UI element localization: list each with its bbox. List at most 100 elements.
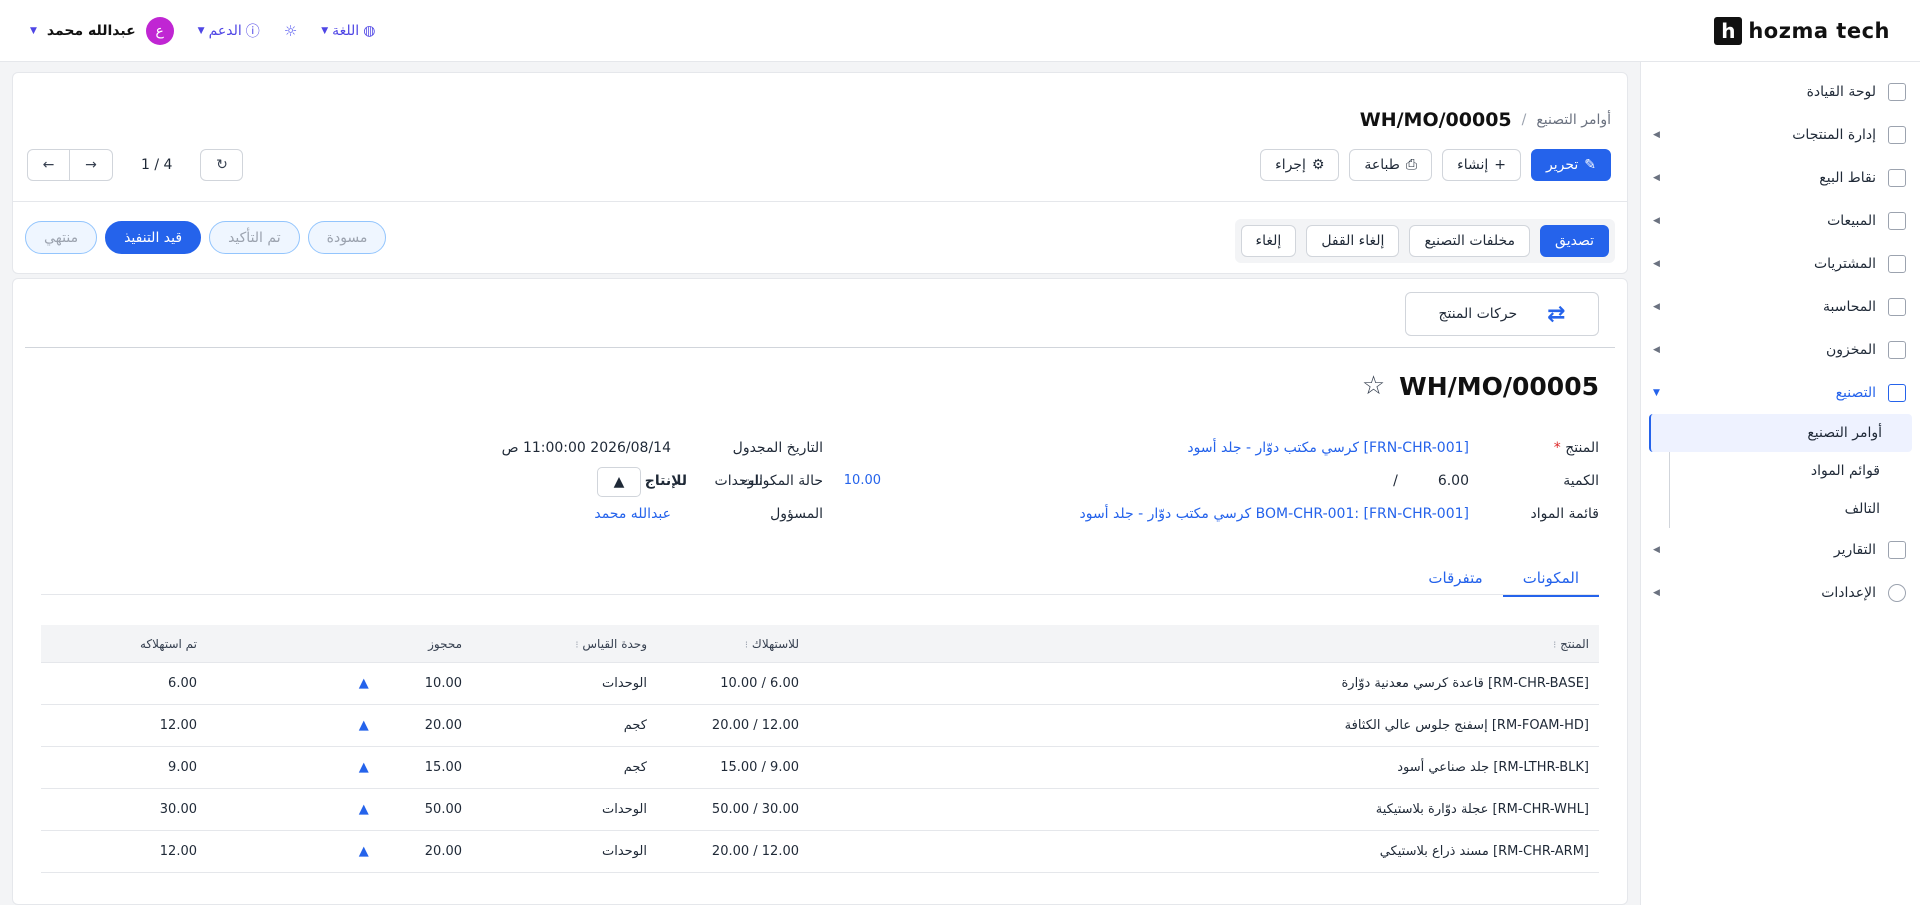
column-to-consume[interactable]: ⁝ للاستهلاك xyxy=(647,637,799,651)
area-chart-icon[interactable]: ▲ xyxy=(359,718,369,733)
product-movements-button[interactable]: ⇄ حركات المنتج xyxy=(1405,292,1599,336)
sidebar-item-reports[interactable]: التقارير ◀ xyxy=(1641,528,1920,571)
area-chart-icon[interactable]: ▲ xyxy=(359,844,369,859)
bom-value[interactable]: BOM-CHR-001: [FRN-CHR-001] كرسي مكتب دوّ… xyxy=(1079,506,1469,522)
column-reserved[interactable]: محجوز xyxy=(257,637,537,651)
previous-record-button[interactable]: ← xyxy=(27,149,70,181)
sidebar-item-label: المشتريات xyxy=(1813,255,1876,272)
refresh-button[interactable]: ↻ xyxy=(200,149,244,181)
area-chart-icon[interactable]: ▲ xyxy=(359,802,369,817)
breadcrumb-parent[interactable]: أوامر التصنيع xyxy=(1536,112,1611,128)
area-chart-icon: ▲ xyxy=(613,474,625,490)
step-confirmed[interactable]: تم التأكيد xyxy=(209,221,300,254)
cell-consumed: 12.00 xyxy=(159,844,197,859)
gear-icon: ⚙ xyxy=(1311,157,1325,173)
tabs-divider xyxy=(41,594,1599,595)
column-uom[interactable]: وحدة القياس ⁝ xyxy=(537,637,647,651)
sidebar-item-label: التصنيع xyxy=(1835,384,1876,401)
tabs: المكونات متفرقات xyxy=(1408,561,1599,597)
sidebar-subitem-scrap[interactable]: التالف xyxy=(1670,490,1900,528)
sidebar-item-manufacturing[interactable]: التصنيع ▼ xyxy=(1641,371,1920,414)
caret-left-icon: ◀ xyxy=(1653,544,1660,555)
cell-consumed: 6.00 xyxy=(168,676,197,691)
product-label: المنتج xyxy=(1565,440,1599,456)
sidebar-item-accounting[interactable]: المحاسبة ◀ xyxy=(1641,285,1920,328)
forecast-button[interactable]: ▲ xyxy=(597,467,641,497)
caret-left-icon: ◀ xyxy=(1653,215,1660,226)
table-row[interactable]: [RM-CHR-ARM] مسند ذراع بلاستيكي 20.00 / … xyxy=(41,831,1599,873)
globe-icon: ◍ xyxy=(363,22,376,39)
sidebar-item-purchases[interactable]: المشتريات ◀ xyxy=(1641,242,1920,285)
component-status-value: للإنتاج xyxy=(644,473,687,489)
edit-button[interactable]: ✎ تحرير xyxy=(1530,149,1611,181)
column-consumed[interactable]: تم استهلاكه xyxy=(41,637,257,651)
quantity-produced[interactable]: 6.00 xyxy=(1438,473,1469,489)
printer-icon: ⎙ xyxy=(1405,157,1418,173)
cell-reserved: 10.00 ▲ xyxy=(257,676,537,691)
header-label: وحدة القياس xyxy=(582,636,647,651)
step-done[interactable]: منتهي xyxy=(25,221,98,254)
cell-consumed: 30.00 xyxy=(159,802,197,817)
cell-product: [RM-CHR-ARM] مسند ذراع بلاستيكي xyxy=(1379,844,1589,859)
record-form: ⇄ حركات المنتج WH/MO/00005 ☆ المنتج * [F… xyxy=(12,278,1628,905)
caret-left-icon: ◀ xyxy=(1653,172,1660,183)
logo[interactable]: h hozma tech xyxy=(1714,16,1890,45)
responsible-value[interactable]: عبدالله محمد xyxy=(594,506,671,522)
quantity-value: 6.00 / xyxy=(1393,473,1469,489)
help-icon: ⓘ xyxy=(245,23,260,40)
sidebar-item-settings[interactable]: الإعدادات ◀ xyxy=(1641,571,1920,614)
confirm-button[interactable]: تصديق xyxy=(1540,225,1609,257)
sidebar-item-label: إدارة المنتجات xyxy=(1792,126,1876,143)
star-icon[interactable]: ☆ xyxy=(1362,371,1385,401)
sidebar-item-label: المبيعات xyxy=(1827,212,1876,229)
table-row[interactable]: [RM-LTHR-BLK] جلد صناعي أسود 15.00 / 9.0… xyxy=(41,747,1599,789)
sidebar-item-label: نقاط البيع xyxy=(1819,169,1876,186)
print-button[interactable]: ⎙ طباعة xyxy=(1349,149,1433,181)
cell-to-consume: 20.00 / 12.00 xyxy=(711,844,799,859)
area-chart-icon[interactable]: ▲ xyxy=(359,760,369,775)
sort-icon: ⁝ xyxy=(1553,639,1557,651)
cell-reserved: 20.00 ▲ xyxy=(257,844,537,859)
action-button[interactable]: ⚙ إجراء xyxy=(1260,149,1340,181)
support-label: الدعم xyxy=(208,22,242,39)
theme-toggle-icon[interactable]: ☼ xyxy=(284,22,297,40)
step-in-progress[interactable]: قيد التنفيذ xyxy=(105,221,202,254)
sidebar-item-sales[interactable]: المبيعات ◀ xyxy=(1641,199,1920,242)
pager: ← → 1 / 4 ↻ xyxy=(27,149,244,181)
sidebar-item-inventory[interactable]: المخزون ◀ xyxy=(1641,328,1920,371)
header-label: للاستهلاك xyxy=(751,636,799,651)
support-menu[interactable]: ⓘ الدعم ▼ xyxy=(198,21,260,41)
step-draft[interactable]: مسودة xyxy=(307,221,387,254)
next-record-button[interactable]: → xyxy=(70,149,113,181)
tab-misc[interactable]: متفرقات xyxy=(1408,561,1502,597)
scheduled-date-value[interactable]: 2026/08/14 11:00:00 ص xyxy=(502,440,671,456)
header-label: محجوز xyxy=(428,636,462,651)
cell-consumed: 12.00 xyxy=(159,718,197,733)
scrap-button[interactable]: مخلفات التصنيع xyxy=(1409,225,1531,257)
cell-product: [RM-CHR-WHL] عجلة دوّارة بلاستيكية xyxy=(1375,802,1589,817)
chevron-down-icon: ▼ xyxy=(197,25,205,36)
unlock-button[interactable]: إلغاء القفل xyxy=(1306,225,1400,257)
user-menu[interactable]: ع عبدالله محمد ▼ xyxy=(30,16,174,45)
table-row[interactable]: [RM-CHR-BASE] قاعدة كرسي معدنية دوّارة 1… xyxy=(41,663,1599,705)
cell-product: [RM-FOAM-HD] إسفنج جلوس عالي الكثافة xyxy=(1344,718,1589,733)
sidebar-item-products[interactable]: إدارة المنتجات ◀ xyxy=(1641,113,1920,156)
area-chart-icon[interactable]: ▲ xyxy=(359,676,369,691)
sort-icon: ⁝ xyxy=(744,639,749,651)
table-row[interactable]: [RM-CHR-WHL] عجلة دوّارة بلاستيكية 50.00… xyxy=(41,789,1599,831)
column-product[interactable]: المنتج ⁝ xyxy=(799,637,1599,651)
table-row[interactable]: [RM-FOAM-HD] إسفنج جلوس عالي الكثافة 20.… xyxy=(41,705,1599,747)
language-menu[interactable]: ◍ اللغة ▼ xyxy=(321,23,375,39)
cell-reserved: 50.00 ▲ xyxy=(257,802,537,817)
sidebar-item-label: الإعدادات xyxy=(1821,584,1876,601)
tab-components[interactable]: المكونات xyxy=(1502,561,1599,597)
sidebar-subitem-manufacturing-orders[interactable]: أوامر التصنيع xyxy=(1649,414,1912,452)
sidebar-item-pos[interactable]: نقاط البيع ◀ xyxy=(1641,156,1920,199)
cancel-button[interactable]: إلغاء xyxy=(1240,225,1297,257)
product-value[interactable]: [FRN-CHR-001] كرسي مكتب دوّار - جلد أسود xyxy=(1187,440,1469,456)
create-button[interactable]: + إنشاء xyxy=(1442,149,1521,181)
sidebar-item-dashboard[interactable]: لوحة القيادة xyxy=(1641,70,1920,113)
caret-left-icon: ◀ xyxy=(1653,344,1660,355)
sidebar-subitem-bom[interactable]: قوائم المواد xyxy=(1670,452,1900,490)
cell-uom: كجم xyxy=(623,760,647,775)
